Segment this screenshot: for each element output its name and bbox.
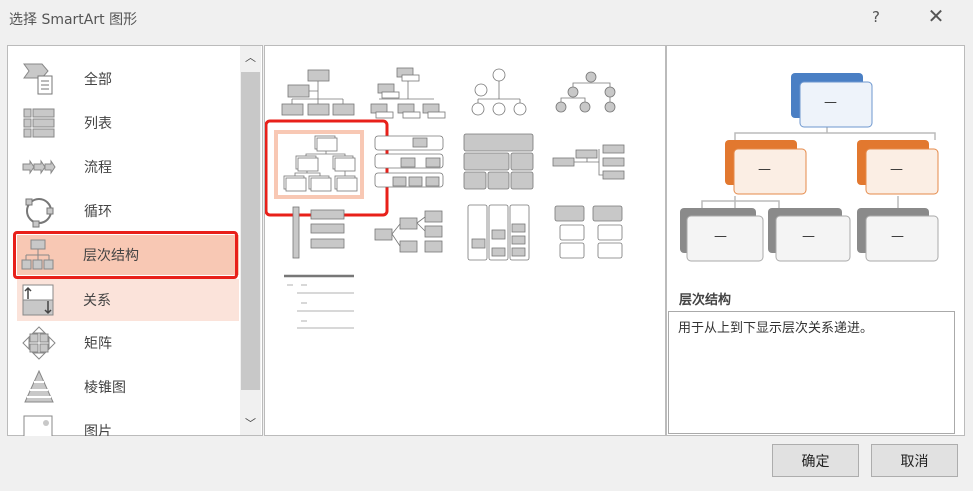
category-label: 关系	[83, 293, 111, 309]
category-process[interactable]: 流程	[18, 147, 232, 187]
preview-placeholder-text: —	[891, 229, 904, 244]
cycle-icon	[25, 198, 54, 228]
layout-lined-list-hierarchy[interactable]	[467, 204, 530, 261]
preview-placeholder-text: —	[758, 162, 771, 177]
preview-placeholder-text: —	[824, 95, 837, 110]
relationship-icon	[22, 284, 54, 316]
close-button[interactable]: ✕	[926, 4, 946, 28]
preview-description: 用于从上到下显示层次关系递进。	[668, 311, 955, 434]
category-label: 棱锥图	[84, 380, 126, 396]
category-picture[interactable]: 图片	[18, 411, 232, 436]
cancel-button[interactable]: 取消	[871, 444, 958, 477]
layout-thumbnails	[264, 67, 625, 329]
hierarchy-preview-image	[680, 73, 939, 262]
process-icon	[22, 159, 56, 175]
pyramid-icon	[24, 370, 54, 403]
category-label: 流程	[84, 160, 112, 176]
category-label: 全部	[84, 72, 112, 88]
layout-table-hierarchy[interactable]	[463, 133, 534, 190]
category-label: 循环	[84, 204, 112, 220]
help-button[interactable]: ?	[872, 8, 880, 26]
scroll-up-icon[interactable]: ︿	[240, 49, 261, 65]
scrollbar-thumb[interactable]	[241, 72, 260, 390]
preview-placeholder-text: —	[890, 162, 903, 177]
layout-horizontal-org[interactable]	[374, 210, 443, 253]
category-cycle[interactable]: 循环	[18, 191, 232, 231]
layout-labeled-hierarchy[interactable]	[555, 71, 616, 113]
layout-horizontal-hierarchy[interactable]	[552, 144, 625, 180]
layout-hierarchy-list[interactable]	[554, 205, 623, 259]
ok-button[interactable]: 确定	[772, 444, 859, 477]
preview-title: 层次结构	[679, 293, 732, 308]
list-icon	[23, 108, 55, 138]
layout-horizontal-labeled-hierarchy[interactable]	[374, 135, 444, 188]
layout-hierarchy[interactable]	[278, 134, 360, 195]
category-all[interactable]: 全部	[18, 59, 232, 99]
all-icon	[23, 63, 53, 95]
category-pyramid[interactable]: 棱锥图	[18, 367, 232, 407]
category-matrix[interactable]: 矩阵	[18, 323, 232, 363]
matrix-icon	[22, 326, 56, 360]
picture-icon	[23, 415, 53, 436]
category-label: 列表	[84, 116, 112, 132]
layout-text-hierarchy[interactable]	[284, 274, 354, 329]
preview-placeholder-text: —	[802, 229, 815, 244]
layout-name-title-org[interactable]	[370, 67, 446, 119]
category-label: 矩阵	[84, 336, 112, 352]
annotation-highlight	[13, 231, 238, 279]
layout-gallery	[264, 45, 666, 436]
dialog-title: 选择 SmartArt 图形	[9, 12, 138, 28]
category-list: 全部 列表 流程 循环 层次结构 关系 矩阵 棱锥图 图片	[7, 45, 263, 436]
category-label: 图片	[84, 424, 112, 436]
scroll-down-icon[interactable]: ﹀	[240, 415, 261, 431]
layout-org-chart[interactable]	[281, 69, 355, 116]
category-list-item[interactable]: 列表	[18, 103, 232, 143]
category-relationship[interactable]: 关系	[17, 279, 239, 321]
preview-placeholder-text: —	[714, 229, 727, 244]
layout-circle-picture-hierarchy[interactable]	[471, 68, 527, 116]
